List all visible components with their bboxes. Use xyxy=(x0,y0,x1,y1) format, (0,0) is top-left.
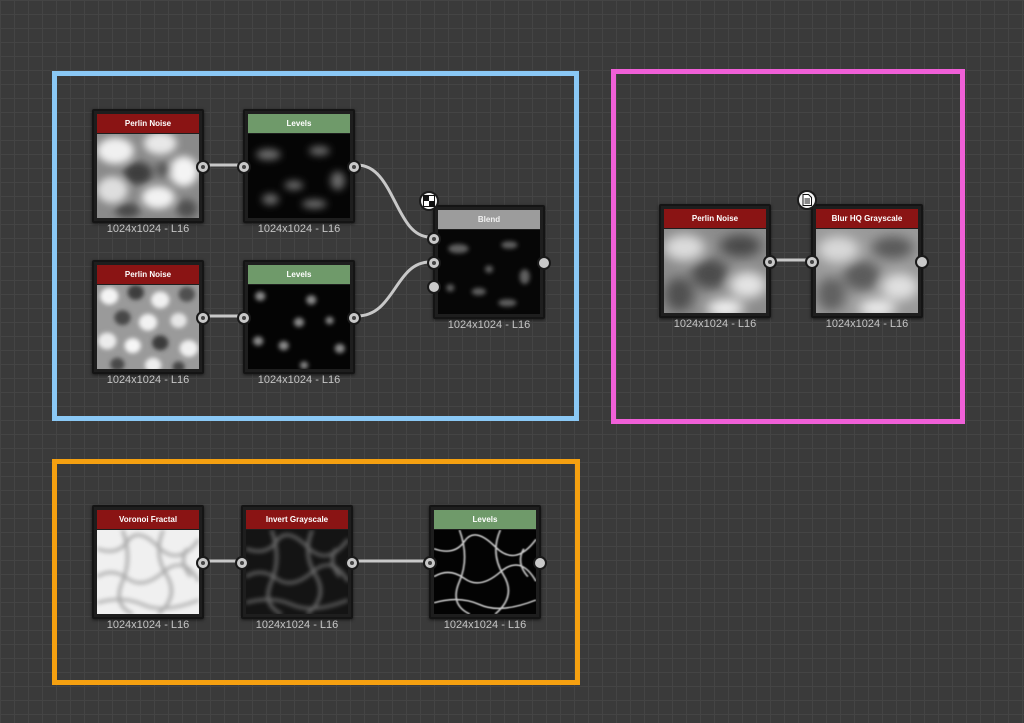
output-port[interactable] xyxy=(345,556,359,570)
output-port[interactable] xyxy=(347,311,361,325)
input-port[interactable] xyxy=(235,556,249,570)
connection-wires xyxy=(204,163,810,563)
blend-mode-icon[interactable] xyxy=(419,191,439,211)
output-port[interactable] xyxy=(347,160,361,174)
output-port[interactable] xyxy=(537,256,551,270)
output-port[interactable] xyxy=(763,255,777,269)
output-port[interactable] xyxy=(196,160,210,174)
input-port[interactable] xyxy=(237,311,251,325)
output-port[interactable] xyxy=(533,556,547,570)
input-port[interactable] xyxy=(237,160,251,174)
input-port-mask[interactable] xyxy=(427,280,441,294)
input-port[interactable] xyxy=(423,556,437,570)
output-port[interactable] xyxy=(915,255,929,269)
input-port[interactable] xyxy=(805,255,819,269)
output-port[interactable] xyxy=(196,556,210,570)
input-port-background[interactable] xyxy=(427,256,441,270)
wire-levels2-blend xyxy=(355,260,432,318)
input-port-foreground[interactable] xyxy=(427,232,441,246)
document-icon[interactable] xyxy=(797,190,817,210)
output-port[interactable] xyxy=(196,311,210,325)
